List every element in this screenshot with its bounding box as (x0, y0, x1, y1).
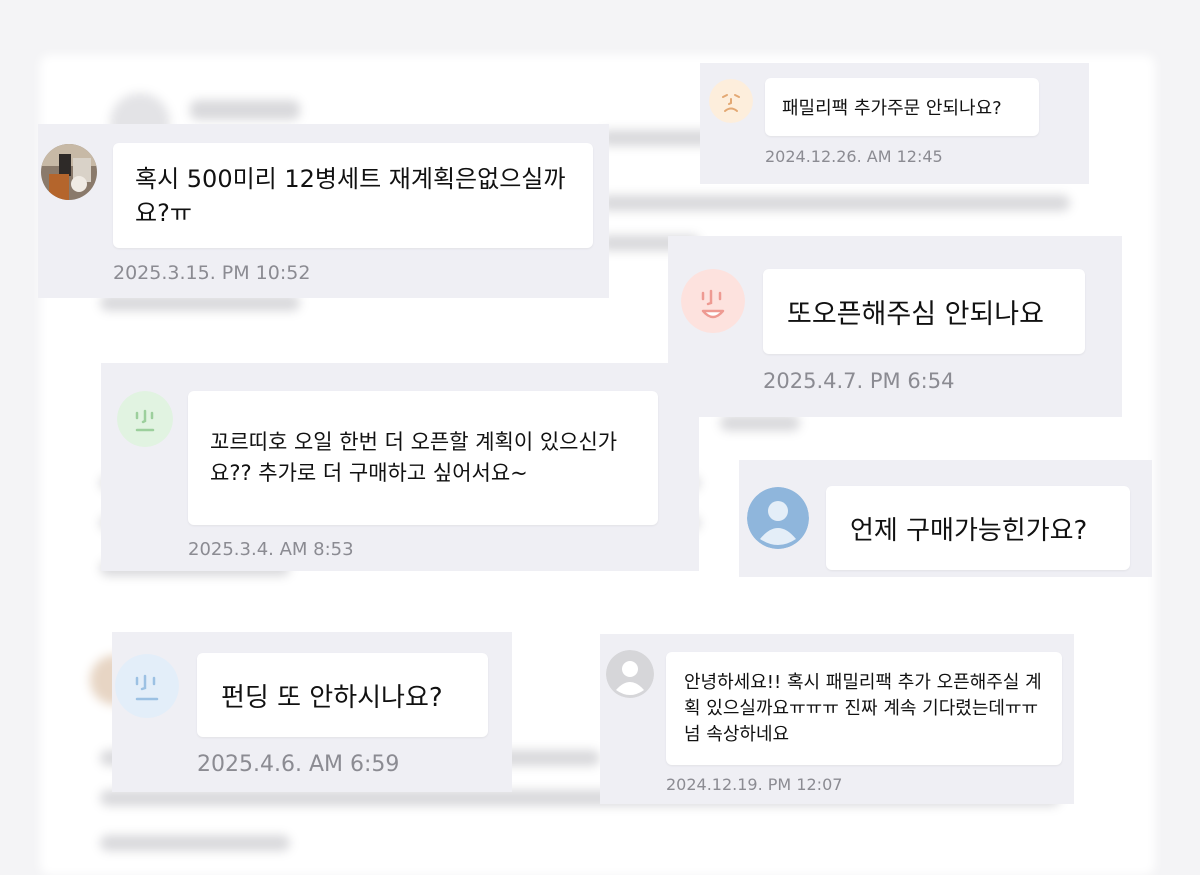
message-card: 언제 구매가능힌가요? (739, 460, 1152, 577)
message-text: 패밀리팩 추가주문 안되나요? (782, 98, 1002, 119)
message-timestamp: 2025.4.7. PM 6:54 (763, 369, 955, 393)
message-text: 펀딩 또 안하시나요? (221, 682, 443, 713)
blue-face-avatar (115, 654, 179, 718)
message-card: 펀딩 또 안하시나요? 2025.4.6. AM 6:59 (112, 632, 512, 792)
message-timestamp: 2025.3.4. AM 8:53 (188, 539, 354, 560)
gray-user-avatar (606, 650, 654, 698)
message-text: 안녕하세요!! 혹시 패밀리팩 추가 오픈해주실 계획 있으실까요ㅠㅠㅠ 진짜 … (684, 671, 1042, 745)
blurred-text (720, 415, 800, 431)
blurred-text (600, 195, 1070, 211)
message-bubble: 혹시 500미리 12병세트 재계획은없으실까요?ㅠ (113, 143, 593, 248)
message-card: 꼬르띠호 오일 한번 더 오픈할 계획이 있으신가요?? 추가로 더 구매하고 … (101, 363, 699, 571)
pink-face-avatar (681, 269, 745, 333)
message-card: 또오픈해주심 안되나요 2025.4.7. PM 6:54 (668, 236, 1122, 417)
message-text: 또오픈해주심 안되나요 (787, 299, 1044, 330)
message-bubble: 언제 구매가능힌가요? (826, 486, 1130, 570)
message-card: 안녕하세요!! 혹시 패밀리팩 추가 오픈해주실 계획 있으실까요ㅠㅠㅠ 진짜 … (600, 634, 1074, 804)
message-text: 꼬르띠호 오일 한번 더 오픈할 계획이 있으신가요?? 추가로 더 구매하고 … (210, 430, 618, 485)
orange-face-avatar (709, 79, 753, 123)
message-bubble: 또오픈해주심 안되나요 (763, 269, 1085, 354)
blurred-text (190, 100, 300, 120)
message-card: 혹시 500미리 12병세트 재계획은없으실까요?ㅠ 2025.3.15. PM… (38, 124, 609, 298)
message-bubble: 안녕하세요!! 혹시 패밀리팩 추가 오픈해주실 계획 있으실까요ㅠㅠㅠ 진짜 … (666, 652, 1062, 765)
blurred-text (100, 835, 290, 851)
message-bubble: 꼬르띠호 오일 한번 더 오픈할 계획이 있으신가요?? 추가로 더 구매하고 … (188, 391, 658, 525)
message-card: 패밀리팩 추가주문 안되나요? 2024.12.26. AM 12:45 (700, 63, 1089, 184)
message-text: 혹시 500미리 12병세트 재계획은없으실까요?ㅠ (135, 164, 566, 227)
message-timestamp: 2024.12.26. AM 12:45 (765, 147, 943, 166)
message-timestamp: 2024.12.19. PM 12:07 (666, 775, 843, 794)
message-bubble: 패밀리팩 추가주문 안되나요? (765, 78, 1039, 136)
message-timestamp: 2025.4.6. AM 6:59 (197, 752, 400, 777)
green-face-avatar (117, 391, 173, 447)
default-user-avatar (747, 487, 809, 549)
message-text: 언제 구매가능힌가요? (850, 515, 1088, 546)
message-timestamp: 2025.3.15. PM 10:52 (113, 262, 311, 284)
photo-avatar (41, 144, 97, 200)
message-bubble: 펀딩 또 안하시나요? (197, 653, 488, 737)
